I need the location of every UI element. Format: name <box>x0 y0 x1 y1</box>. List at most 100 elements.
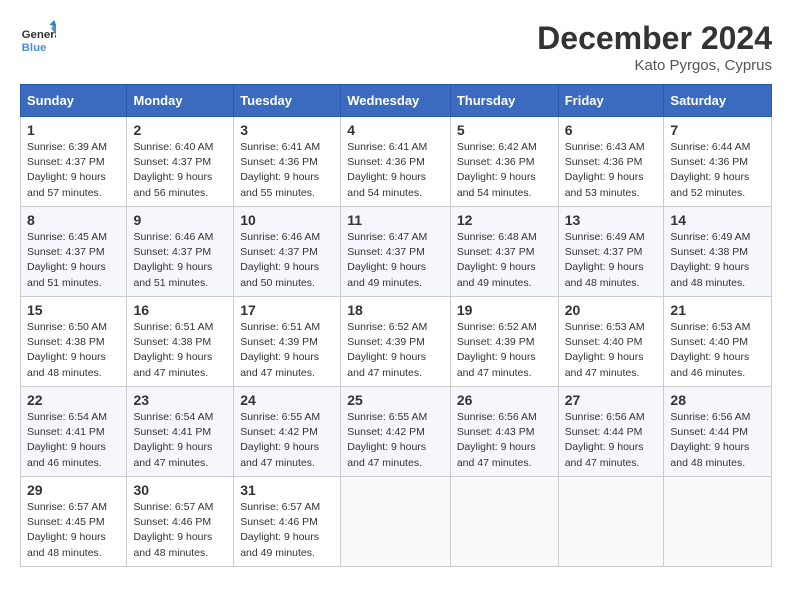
day-number: 22 <box>27 392 120 408</box>
day-detail: Sunrise: 6:53 AMSunset: 4:40 PMDaylight:… <box>670 321 750 379</box>
day-detail: Sunrise: 6:55 AMSunset: 4:42 PMDaylight:… <box>240 411 320 469</box>
calendar-cell: 31 Sunrise: 6:57 AMSunset: 4:46 PMDaylig… <box>234 477 341 567</box>
day-number: 1 <box>27 122 120 138</box>
header-sunday: Sunday <box>21 85 127 117</box>
day-number: 4 <box>347 122 444 138</box>
calendar-table: SundayMondayTuesdayWednesdayThursdayFrid… <box>20 84 772 567</box>
day-number: 10 <box>240 212 334 228</box>
day-detail: Sunrise: 6:46 AMSunset: 4:37 PMDaylight:… <box>240 231 320 289</box>
calendar-cell: 10 Sunrise: 6:46 AMSunset: 4:37 PMDaylig… <box>234 207 341 297</box>
page-header: General Blue December 2024 Kato Pyrgos, … <box>20 20 772 74</box>
header-saturday: Saturday <box>664 85 772 117</box>
day-number: 17 <box>240 302 334 318</box>
calendar-cell: 15 Sunrise: 6:50 AMSunset: 4:38 PMDaylig… <box>21 297 127 387</box>
svg-text:General: General <box>22 29 56 41</box>
calendar-cell: 29 Sunrise: 6:57 AMSunset: 4:45 PMDaylig… <box>21 477 127 567</box>
calendar-week-2: 8 Sunrise: 6:45 AMSunset: 4:37 PMDayligh… <box>21 207 772 297</box>
calendar-cell: 28 Sunrise: 6:56 AMSunset: 4:44 PMDaylig… <box>664 387 772 477</box>
day-detail: Sunrise: 6:49 AMSunset: 4:38 PMDaylight:… <box>670 231 750 289</box>
day-detail: Sunrise: 6:54 AMSunset: 4:41 PMDaylight:… <box>133 411 213 469</box>
location-subtitle: Kato Pyrgos, Cyprus <box>537 57 772 74</box>
calendar-cell: 2 Sunrise: 6:40 AMSunset: 4:37 PMDayligh… <box>127 117 234 207</box>
calendar-cell: 26 Sunrise: 6:56 AMSunset: 4:43 PMDaylig… <box>450 387 558 477</box>
calendar-body: 1 Sunrise: 6:39 AMSunset: 4:37 PMDayligh… <box>21 117 772 567</box>
day-number: 7 <box>670 122 765 138</box>
calendar-cell: 8 Sunrise: 6:45 AMSunset: 4:37 PMDayligh… <box>21 207 127 297</box>
day-detail: Sunrise: 6:52 AMSunset: 4:39 PMDaylight:… <box>347 321 427 379</box>
calendar-week-5: 29 Sunrise: 6:57 AMSunset: 4:45 PMDaylig… <box>21 477 772 567</box>
header-monday: Monday <box>127 85 234 117</box>
day-number: 2 <box>133 122 227 138</box>
day-number: 29 <box>27 482 120 498</box>
day-detail: Sunrise: 6:55 AMSunset: 4:42 PMDaylight:… <box>347 411 427 469</box>
calendar-cell: 19 Sunrise: 6:52 AMSunset: 4:39 PMDaylig… <box>450 297 558 387</box>
calendar-cell: 18 Sunrise: 6:52 AMSunset: 4:39 PMDaylig… <box>341 297 451 387</box>
day-number: 5 <box>457 122 552 138</box>
day-number: 9 <box>133 212 227 228</box>
day-detail: Sunrise: 6:48 AMSunset: 4:37 PMDaylight:… <box>457 231 537 289</box>
day-number: 12 <box>457 212 552 228</box>
calendar-cell <box>450 477 558 567</box>
calendar-cell: 7 Sunrise: 6:44 AMSunset: 4:36 PMDayligh… <box>664 117 772 207</box>
calendar-cell: 16 Sunrise: 6:51 AMSunset: 4:38 PMDaylig… <box>127 297 234 387</box>
calendar-cell: 27 Sunrise: 6:56 AMSunset: 4:44 PMDaylig… <box>558 387 664 477</box>
calendar-cell <box>664 477 772 567</box>
day-number: 15 <box>27 302 120 318</box>
day-number: 25 <box>347 392 444 408</box>
day-detail: Sunrise: 6:51 AMSunset: 4:39 PMDaylight:… <box>240 321 320 379</box>
day-detail: Sunrise: 6:41 AMSunset: 4:36 PMDaylight:… <box>240 141 320 199</box>
calendar-cell: 21 Sunrise: 6:53 AMSunset: 4:40 PMDaylig… <box>664 297 772 387</box>
calendar-cell: 17 Sunrise: 6:51 AMSunset: 4:39 PMDaylig… <box>234 297 341 387</box>
day-number: 16 <box>133 302 227 318</box>
day-number: 18 <box>347 302 444 318</box>
day-number: 3 <box>240 122 334 138</box>
calendar-cell <box>341 477 451 567</box>
day-number: 27 <box>565 392 658 408</box>
title-block: December 2024 Kato Pyrgos, Cyprus <box>537 20 772 74</box>
day-detail: Sunrise: 6:54 AMSunset: 4:41 PMDaylight:… <box>27 411 107 469</box>
calendar-week-1: 1 Sunrise: 6:39 AMSunset: 4:37 PMDayligh… <box>21 117 772 207</box>
month-title: December 2024 <box>537 20 772 57</box>
calendar-week-4: 22 Sunrise: 6:54 AMSunset: 4:41 PMDaylig… <box>21 387 772 477</box>
day-number: 13 <box>565 212 658 228</box>
day-number: 31 <box>240 482 334 498</box>
day-detail: Sunrise: 6:57 AMSunset: 4:45 PMDaylight:… <box>27 501 107 559</box>
calendar-cell: 14 Sunrise: 6:49 AMSunset: 4:38 PMDaylig… <box>664 207 772 297</box>
day-number: 30 <box>133 482 227 498</box>
day-number: 28 <box>670 392 765 408</box>
calendar-cell: 23 Sunrise: 6:54 AMSunset: 4:41 PMDaylig… <box>127 387 234 477</box>
day-detail: Sunrise: 6:41 AMSunset: 4:36 PMDaylight:… <box>347 141 427 199</box>
day-detail: Sunrise: 6:56 AMSunset: 4:43 PMDaylight:… <box>457 411 537 469</box>
header-thursday: Thursday <box>450 85 558 117</box>
day-detail: Sunrise: 6:39 AMSunset: 4:37 PMDaylight:… <box>27 141 107 199</box>
calendar-cell <box>558 477 664 567</box>
day-number: 11 <box>347 212 444 228</box>
day-detail: Sunrise: 6:56 AMSunset: 4:44 PMDaylight:… <box>670 411 750 469</box>
day-number: 6 <box>565 122 658 138</box>
day-detail: Sunrise: 6:44 AMSunset: 4:36 PMDaylight:… <box>670 141 750 199</box>
header-friday: Friday <box>558 85 664 117</box>
day-detail: Sunrise: 6:42 AMSunset: 4:36 PMDaylight:… <box>457 141 537 199</box>
day-number: 20 <box>565 302 658 318</box>
day-detail: Sunrise: 6:45 AMSunset: 4:37 PMDaylight:… <box>27 231 107 289</box>
header-tuesday: Tuesday <box>234 85 341 117</box>
day-detail: Sunrise: 6:49 AMSunset: 4:37 PMDaylight:… <box>565 231 645 289</box>
day-detail: Sunrise: 6:43 AMSunset: 4:36 PMDaylight:… <box>565 141 645 199</box>
day-detail: Sunrise: 6:47 AMSunset: 4:37 PMDaylight:… <box>347 231 427 289</box>
day-number: 23 <box>133 392 227 408</box>
calendar-cell: 11 Sunrise: 6:47 AMSunset: 4:37 PMDaylig… <box>341 207 451 297</box>
calendar-cell: 3 Sunrise: 6:41 AMSunset: 4:36 PMDayligh… <box>234 117 341 207</box>
calendar-cell: 30 Sunrise: 6:57 AMSunset: 4:46 PMDaylig… <box>127 477 234 567</box>
day-number: 26 <box>457 392 552 408</box>
day-detail: Sunrise: 6:51 AMSunset: 4:38 PMDaylight:… <box>133 321 213 379</box>
calendar-cell: 9 Sunrise: 6:46 AMSunset: 4:37 PMDayligh… <box>127 207 234 297</box>
calendar-cell: 13 Sunrise: 6:49 AMSunset: 4:37 PMDaylig… <box>558 207 664 297</box>
day-detail: Sunrise: 6:57 AMSunset: 4:46 PMDaylight:… <box>240 501 320 559</box>
calendar-week-3: 15 Sunrise: 6:50 AMSunset: 4:38 PMDaylig… <box>21 297 772 387</box>
calendar-cell: 5 Sunrise: 6:42 AMSunset: 4:36 PMDayligh… <box>450 117 558 207</box>
calendar-cell: 25 Sunrise: 6:55 AMSunset: 4:42 PMDaylig… <box>341 387 451 477</box>
calendar-cell: 24 Sunrise: 6:55 AMSunset: 4:42 PMDaylig… <box>234 387 341 477</box>
calendar-header-row: SundayMondayTuesdayWednesdayThursdayFrid… <box>21 85 772 117</box>
day-detail: Sunrise: 6:52 AMSunset: 4:39 PMDaylight:… <box>457 321 537 379</box>
day-detail: Sunrise: 6:40 AMSunset: 4:37 PMDaylight:… <box>133 141 213 199</box>
